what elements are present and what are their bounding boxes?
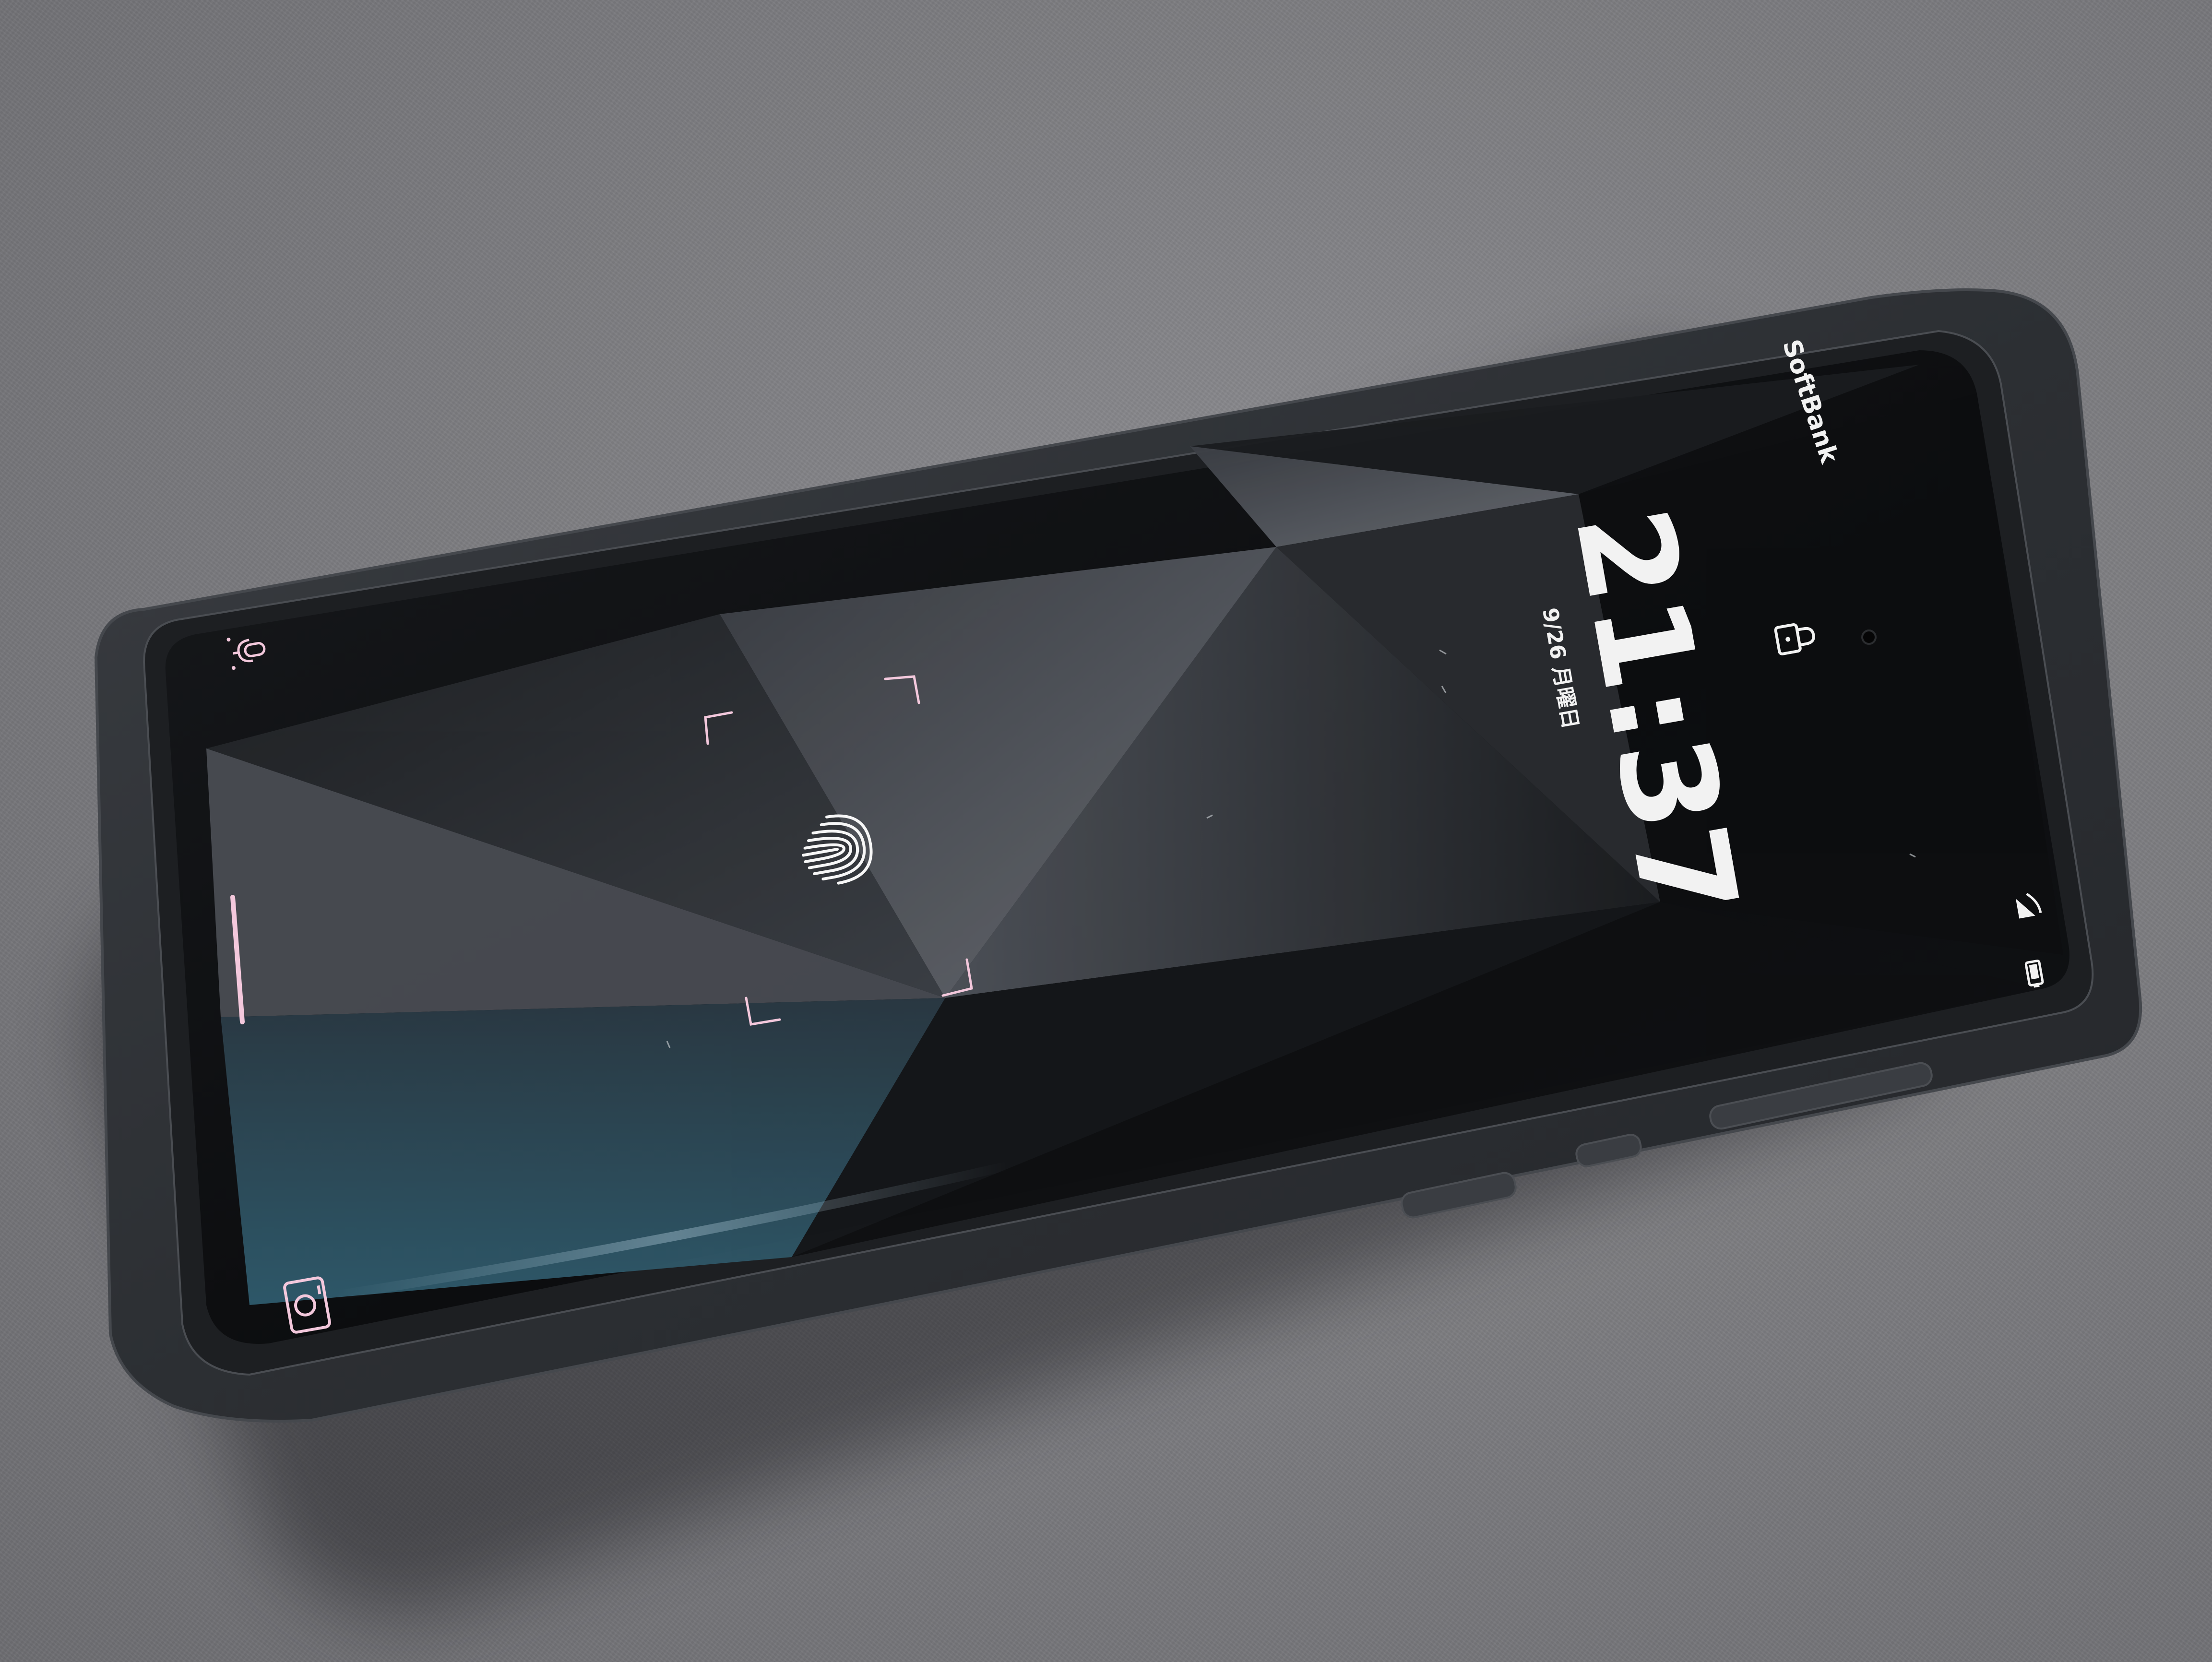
- front-camera: [1861, 629, 1877, 645]
- photo-scene: SoftBank 21:37 9/26 月曜日: [94, 288, 2142, 1423]
